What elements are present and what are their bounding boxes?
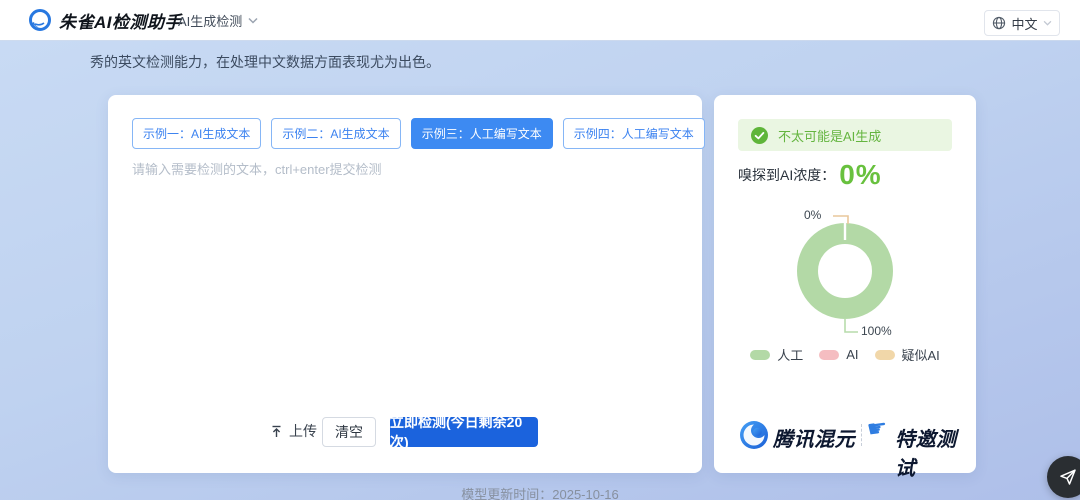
- clear-button[interactable]: 清空: [322, 417, 376, 447]
- pointing-hand-icon: ☛: [865, 414, 889, 444]
- legend-item-suspect-ai: 疑似AI: [875, 345, 940, 364]
- partner-divider: [861, 424, 862, 446]
- tab-example-4[interactable]: 示例四：人工编写文本: [563, 118, 705, 149]
- nav-item-ai-detection[interactable]: AI生成检测: [178, 0, 258, 40]
- globe-icon: [992, 16, 1006, 30]
- text-input[interactable]: 请输入需要检测的文本，ctrl+enter提交检测: [132, 159, 678, 409]
- tab-example-1[interactable]: 示例一：AI生成文本: [132, 118, 261, 149]
- legend-swatch-pink: [819, 350, 839, 360]
- editor-actions: 上传 清空 立即检测(今日剩余20次): [108, 417, 702, 447]
- brand: 朱雀AI检测助手: [28, 0, 182, 40]
- density-value: 0%: [839, 159, 881, 191]
- example-tabs: 示例一：AI生成文本 示例二：AI生成文本 示例三：人工编写文本 示例四：人工编…: [132, 118, 705, 149]
- verdict-text: 不太可能是AI生成: [778, 126, 881, 145]
- legend-item-human: 人工: [750, 345, 803, 364]
- result-card: 不太可能是AI生成 嗅探到AI浓度： 0% 0% 100% 人工 AI: [714, 95, 976, 473]
- upload-icon: [270, 425, 283, 438]
- upload-button[interactable]: 上传: [270, 421, 317, 441]
- chart-legend: 人工 AI 疑似AI: [714, 345, 976, 364]
- density-label: 嗅探到AI浓度：: [738, 165, 835, 185]
- paper-plane-icon: [1058, 467, 1078, 487]
- brand-title: 朱雀AI检测助手: [59, 8, 182, 33]
- verdict-banner: 不太可能是AI生成: [738, 119, 952, 151]
- legend-swatch-green: [750, 350, 770, 360]
- chart-label-hundred: 100%: [861, 324, 892, 338]
- density-row: 嗅探到AI浓度： 0%: [738, 159, 882, 191]
- header: 朱雀AI检测助手 AI生成检测 中文: [0, 0, 1080, 40]
- intro-line: 秀的英文检测能力，在处理中文数据方面表现尤为出色。: [90, 52, 440, 72]
- language-select[interactable]: 中文: [984, 10, 1060, 36]
- chart-label-zero: 0%: [804, 208, 821, 222]
- invite-test-name: 特邀测试: [895, 423, 976, 481]
- chevron-down-icon: [248, 17, 258, 24]
- donut-chart: [765, 191, 925, 351]
- hunyuan-logo-icon: [739, 420, 769, 455]
- editor-card: 示例一：AI生成文本 示例二：AI生成文本 示例三：人工编写文本 示例四：人工编…: [108, 95, 702, 473]
- legend-item-ai: AI: [819, 347, 858, 362]
- tab-example-3[interactable]: 示例三：人工编写文本: [411, 118, 553, 149]
- zhuque-logo-icon: [28, 8, 52, 32]
- page: 朱雀大模型检测系统由腾讯混元安全团队研发，支持检测主流大模型生成的文本内容，经过…: [0, 0, 1080, 500]
- language-label: 中文: [1011, 14, 1037, 33]
- detect-button[interactable]: 立即检测(今日剩余20次): [390, 417, 538, 447]
- chevron-down-icon: [1043, 20, 1052, 26]
- tab-example-2[interactable]: 示例二：AI生成文本: [271, 118, 400, 149]
- legend-swatch-tan: [875, 350, 895, 360]
- hunyuan-partner-name: 腾讯混元: [773, 423, 855, 452]
- check-circle-icon: [751, 127, 768, 144]
- model-update-time: 模型更新时间：2025-10-16: [0, 484, 1080, 500]
